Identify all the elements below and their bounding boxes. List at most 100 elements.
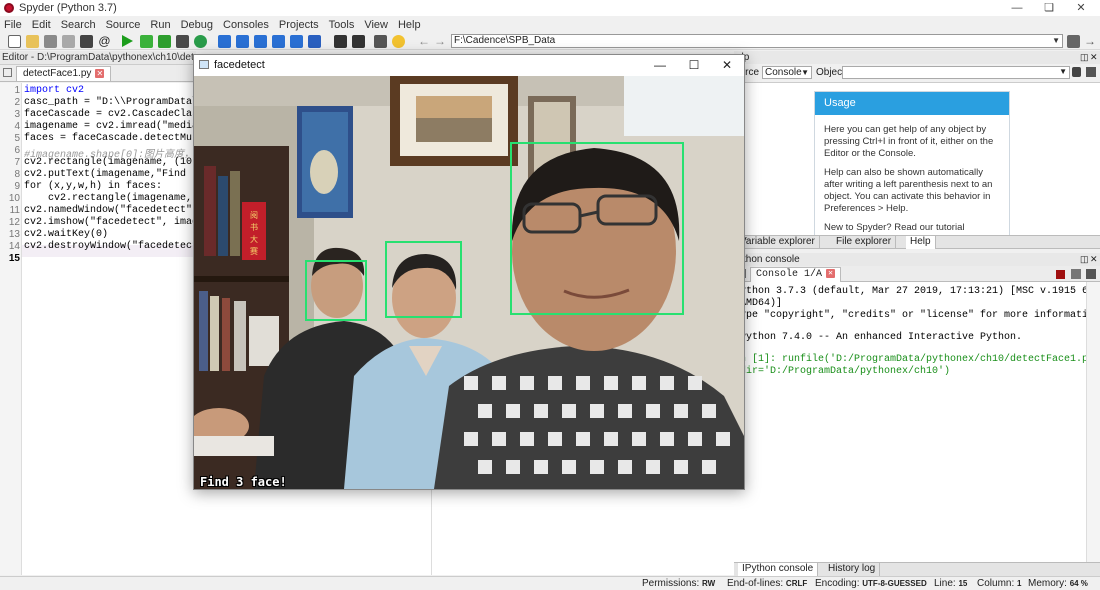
console-pane-title: ython console bbox=[738, 254, 800, 265]
menu-edit[interactable]: Edit bbox=[32, 19, 51, 31]
continue-icon[interactable] bbox=[290, 35, 303, 48]
minimize-button[interactable]: — bbox=[1002, 0, 1032, 16]
save-all-icon[interactable] bbox=[62, 35, 75, 48]
help-source-select[interactable]: Console ▼ bbox=[762, 66, 812, 79]
new-file-icon[interactable] bbox=[8, 35, 21, 48]
facedetect-titlebar[interactable]: facedetect — ☐ ✕ bbox=[194, 55, 744, 76]
run-cell-advance-icon[interactable] bbox=[158, 35, 171, 48]
list-icon[interactable] bbox=[80, 35, 93, 48]
menu-help[interactable]: Help bbox=[398, 19, 421, 31]
usage-title: Usage bbox=[815, 92, 1009, 115]
menu-tools[interactable]: Tools bbox=[329, 19, 355, 31]
menu-file[interactable]: File bbox=[4, 19, 22, 31]
menu-projects[interactable]: Projects bbox=[279, 19, 319, 31]
console-tab[interactable]: Console 1/A ✕ bbox=[750, 267, 842, 282]
step-into-icon[interactable] bbox=[254, 35, 267, 48]
working-directory-input[interactable]: F:\Cadence\SPB_Data ▼ bbox=[451, 34, 1063, 48]
options-icon[interactable] bbox=[1086, 67, 1096, 77]
close-button[interactable]: ✕ bbox=[710, 55, 744, 76]
usage-paragraph: Help can also be shown automatically aft… bbox=[824, 167, 993, 214]
help-object-input[interactable]: ▼ bbox=[842, 66, 1070, 79]
close-button[interactable]: ✕ bbox=[1066, 0, 1096, 16]
console-pane-header: ython console ◫ ✕ bbox=[734, 253, 1100, 266]
code-line: cv2.rectangle(imagename, (10,imag bbox=[24, 157, 196, 168]
code-line: cv2.rectangle(imagename,(x,y) bbox=[48, 193, 196, 204]
open-folder-icon[interactable] bbox=[26, 35, 39, 48]
console-scrollbar[interactable] bbox=[1086, 282, 1100, 562]
menu-debug[interactable]: Debug bbox=[181, 19, 213, 31]
tab-history-log[interactable]: History log bbox=[824, 563, 881, 576]
face-count-caption: Find 3 face! bbox=[200, 475, 287, 489]
menu-source[interactable]: Source bbox=[106, 19, 141, 31]
forward-arrow-icon[interactable]: → bbox=[434, 35, 447, 48]
svg-text:赛: 赛 bbox=[250, 246, 258, 256]
preferences-wrench-icon[interactable] bbox=[374, 35, 387, 48]
maximize-button[interactable]: ☐ bbox=[677, 55, 711, 76]
menu-search[interactable]: Search bbox=[61, 19, 96, 31]
facedetect-window[interactable]: facedetect — ☐ ✕ 阅 书 大 赛 Find 3 face! bbox=[193, 54, 745, 490]
save-icon[interactable] bbox=[44, 35, 57, 48]
parent-dir-arrow-icon[interactable]: → bbox=[1084, 35, 1097, 48]
editor-file-tab-label: detectFace1.py bbox=[23, 68, 92, 79]
menu-view[interactable]: View bbox=[364, 19, 388, 31]
options-icon[interactable] bbox=[1086, 269, 1096, 279]
step-return-icon[interactable] bbox=[272, 35, 285, 48]
code-editor[interactable]: 1 2 3 4 5 6 7 8 9 10 11 12 13 14 15 impo… bbox=[0, 83, 196, 575]
rerun-icon[interactable] bbox=[194, 35, 207, 48]
code-line: for (x,y,w,h) in faces: bbox=[24, 181, 163, 192]
console-line: Python 7.4.0 -- An enhanced Interactive … bbox=[740, 332, 1023, 343]
debug-icon[interactable] bbox=[218, 35, 231, 48]
back-arrow-icon[interactable]: ← bbox=[418, 35, 431, 48]
tab-help[interactable]: Help bbox=[906, 236, 936, 249]
svg-text:书: 书 bbox=[250, 222, 258, 232]
lock-icon[interactable] bbox=[1072, 67, 1081, 77]
status-value: 15 bbox=[958, 579, 968, 588]
run-selection-icon[interactable] bbox=[176, 35, 189, 48]
status-bar: Permissions: RW End-of-lines: CRLF Encod… bbox=[0, 576, 1100, 590]
maximize-pane-icon[interactable] bbox=[334, 35, 347, 48]
line-number: 7 bbox=[14, 157, 20, 168]
chevron-down-icon: ▼ bbox=[1059, 67, 1067, 76]
close-tab-icon[interactable]: ✕ bbox=[95, 68, 105, 78]
chevron-down-icon[interactable]: ▼ bbox=[1052, 35, 1060, 47]
step-icon[interactable] bbox=[236, 35, 249, 48]
help-object-label: Object bbox=[816, 67, 845, 78]
tab-file-explorer[interactable]: File explorer bbox=[832, 236, 897, 249]
tab-ipython-console[interactable]: IPython console bbox=[738, 563, 819, 576]
minimize-button[interactable]: — bbox=[643, 55, 677, 76]
status-label: Permissions: bbox=[642, 578, 700, 589]
chevron-down-icon: ▼ bbox=[801, 68, 809, 77]
python-path-icon[interactable] bbox=[392, 35, 405, 48]
status-value: 64 % bbox=[1069, 579, 1088, 588]
stop-kernel-icon[interactable] bbox=[1056, 270, 1065, 279]
menu-run[interactable]: Run bbox=[150, 19, 170, 31]
console-output[interactable]: ython 3.7.3 (default, Mar 27 2019, 17:13… bbox=[734, 282, 1086, 562]
close-pane-icon[interactable]: ✕ bbox=[1090, 51, 1098, 64]
run-cell-icon[interactable] bbox=[140, 35, 153, 48]
browse-folder-icon[interactable] bbox=[1067, 35, 1080, 48]
browse-tabs-icon[interactable] bbox=[3, 68, 12, 77]
undock-icon[interactable]: ◫ bbox=[1080, 51, 1089, 64]
code-line: cv2.namedWindow("facedetect") bbox=[24, 205, 196, 216]
undock-icon[interactable]: ◫ bbox=[1080, 253, 1089, 266]
at-icon[interactable]: @ bbox=[98, 35, 111, 48]
status-value: CRLF bbox=[785, 579, 808, 588]
status-label: Encoding: bbox=[815, 578, 860, 589]
editor-header: Editor - D:\ProgramData\pythonex\ch10\de… bbox=[0, 51, 196, 65]
close-tab-icon[interactable]: ✕ bbox=[826, 268, 836, 278]
tab-variable-explorer[interactable]: Variable explorer bbox=[736, 236, 820, 249]
editor-file-tab[interactable]: detectFace1.py ✕ bbox=[16, 66, 112, 81]
facedetect-title: facedetect bbox=[214, 59, 265, 71]
fullscreen-icon[interactable] bbox=[352, 35, 365, 48]
editor-area[interactable] bbox=[196, 490, 734, 575]
code-line: cv2.putText(imagename,"Find " + s bbox=[24, 169, 196, 180]
clear-console-icon[interactable] bbox=[1071, 269, 1081, 279]
line-number: 10 bbox=[8, 193, 20, 204]
close-pane-icon[interactable]: ✕ bbox=[1090, 253, 1098, 266]
menu-consoles[interactable]: Consoles bbox=[223, 19, 269, 31]
maximize-button[interactable]: ❏ bbox=[1034, 0, 1064, 16]
stop-debug-icon[interactable] bbox=[308, 35, 321, 48]
run-icon[interactable] bbox=[122, 35, 133, 47]
code-line: faces = faceCascade.detectMultiSc bbox=[24, 133, 196, 144]
usage-tutorial-line[interactable]: New to Spyder? Read our tutorial bbox=[824, 222, 1000, 234]
